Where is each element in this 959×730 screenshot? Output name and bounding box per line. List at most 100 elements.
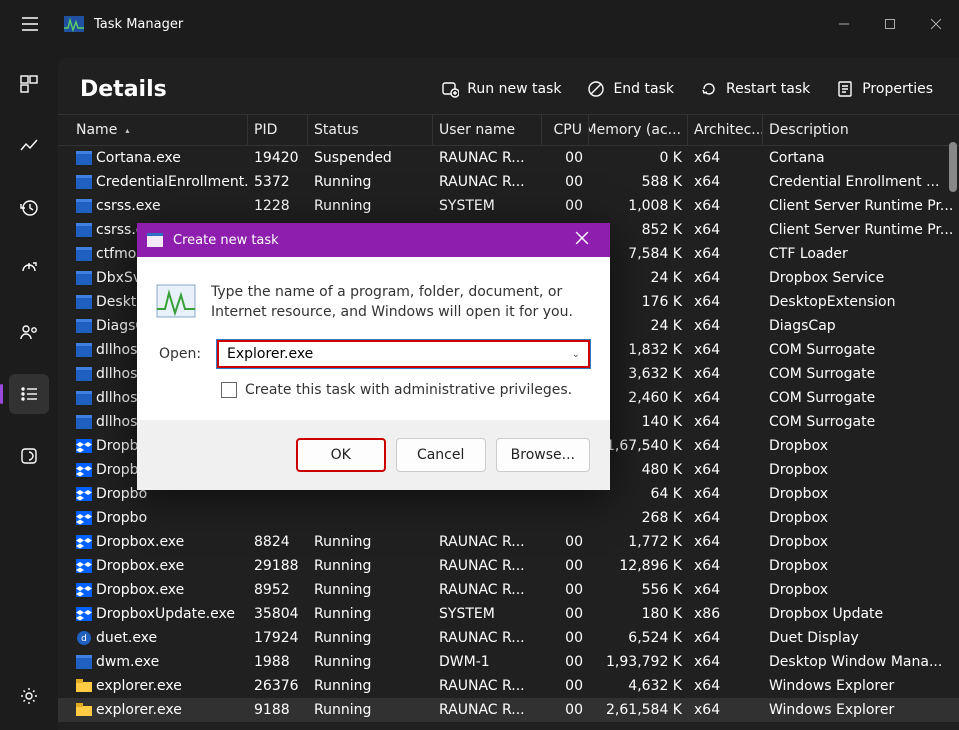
nav-performance[interactable] [9, 126, 49, 166]
process-arch: x64 [688, 386, 763, 410]
col-arch[interactable]: Architec... [688, 115, 763, 145]
nav-history[interactable] [9, 188, 49, 228]
col-desc[interactable]: Description [763, 115, 959, 145]
col-cpu[interactable]: CPU [542, 115, 589, 145]
process-arch: x64 [688, 650, 763, 674]
table-row[interactable]: explorer.exe9188RunningRAUNAC R...002,61… [58, 698, 959, 722]
nav-services[interactable] [9, 436, 49, 476]
process-icon [76, 559, 92, 573]
table-row[interactable]: dduet.exe17924RunningRAUNAC R...006,524 … [58, 626, 959, 650]
app-title: Task Manager [94, 17, 183, 32]
col-pid[interactable]: PID [248, 115, 308, 145]
process-desc: CTF Loader [763, 242, 959, 266]
admin-checkbox[interactable] [221, 382, 237, 398]
process-cpu: 00 [542, 698, 589, 722]
settings-button[interactable] [9, 676, 49, 716]
nav-users[interactable] [9, 312, 49, 352]
process-icon: d [76, 631, 92, 645]
process-cpu: 00 [542, 530, 589, 554]
table-row[interactable]: explorer.exe26376RunningRAUNAC R...004,6… [58, 674, 959, 698]
run-new-task-button[interactable]: Run new task [437, 74, 565, 104]
dialog-close-button[interactable] [574, 231, 600, 249]
col-status[interactable]: Status [308, 115, 433, 145]
table-row[interactable]: DropboxUpdate.exe35804RunningSYSTEM00180… [58, 602, 959, 626]
process-status: Running [308, 698, 433, 722]
open-combobox[interactable]: Explorer.exe ⌄ [217, 340, 590, 368]
process-pid: 1228 [248, 194, 308, 218]
process-arch: x64 [688, 674, 763, 698]
titlebar: Task Manager [0, 0, 959, 48]
process-mem: 12,896 K [589, 554, 688, 578]
process-desc: Dropbox Service [763, 266, 959, 290]
table-header: Name▴ PID Status User name CPU Memory (a… [58, 114, 959, 146]
minimize-button[interactable] [821, 4, 867, 44]
table-row[interactable]: csrss.exe1228RunningSYSTEM001,008 Kx64Cl… [58, 194, 959, 218]
chevron-down-icon: ⌄ [572, 349, 580, 360]
cancel-button[interactable]: Cancel [396, 438, 486, 472]
hamburger-menu[interactable] [8, 2, 52, 46]
process-icon [76, 679, 92, 693]
col-name[interactable]: Name▴ [70, 115, 248, 145]
process-desc: Desktop Window Mana... [763, 650, 959, 674]
task-manager-large-icon [155, 283, 197, 319]
process-mem: 1,93,792 K [589, 650, 688, 674]
nav-processes[interactable] [9, 64, 49, 104]
process-pid: 9188 [248, 698, 308, 722]
table-row[interactable]: Dropbox.exe8824RunningRAUNAC R...001,772… [58, 530, 959, 554]
process-arch: x64 [688, 458, 763, 482]
process-mem: 4,632 K [589, 674, 688, 698]
table-row[interactable]: Cortana.exe19420SuspendedRAUNAC R...000 … [58, 146, 959, 170]
open-label: Open: [159, 346, 203, 362]
process-cpu: 00 [542, 170, 589, 194]
process-desc: Cortana [763, 146, 959, 170]
process-desc: Credential Enrollment ... [763, 170, 959, 194]
scrollbar-thumb[interactable] [949, 142, 957, 192]
process-icon [76, 487, 92, 501]
close-button[interactable] [913, 4, 959, 44]
process-pid: 19420 [248, 146, 308, 170]
maximize-button[interactable] [867, 4, 913, 44]
process-status: Running [308, 626, 433, 650]
process-icon [76, 391, 92, 405]
dialog-titlebar[interactable]: Create new task [137, 223, 610, 257]
table-row[interactable]: Dropbox.exe8952RunningRAUNAC R...00556 K… [58, 578, 959, 602]
table-row[interactable]: Dropbox.exe29188RunningRAUNAC R...0012,8… [58, 554, 959, 578]
nav-startup[interactable] [9, 250, 49, 290]
process-desc: Dropbox [763, 578, 959, 602]
process-icon [76, 463, 92, 477]
process-name: dwm.exe [96, 654, 159, 670]
restart-task-button[interactable]: Restart task [696, 74, 814, 104]
process-name: explorer.exe [96, 702, 182, 718]
process-name: Dropbox.exe [96, 582, 184, 598]
run-dialog-icon [147, 233, 163, 247]
table-row[interactable]: CredentialEnrollment...5372RunningRAUNAC… [58, 170, 959, 194]
process-user [433, 506, 542, 530]
process-desc: Dropbox [763, 530, 959, 554]
process-desc: DesktopExtension [763, 290, 959, 314]
process-user: SYSTEM [433, 194, 542, 218]
col-user[interactable]: User name [433, 115, 542, 145]
process-desc: COM Surrogate [763, 362, 959, 386]
process-icon [76, 511, 92, 525]
properties-button[interactable]: Properties [832, 74, 937, 104]
nav-details[interactable] [9, 374, 49, 414]
table-row[interactable]: dwm.exe1988RunningDWM-1001,93,792 Kx64De… [58, 650, 959, 674]
end-task-button[interactable]: End task [583, 74, 678, 104]
browse-button[interactable]: Browse... [496, 438, 590, 472]
ok-button[interactable]: OK [296, 438, 386, 472]
process-cpu [542, 506, 589, 530]
process-pid: 35804 [248, 602, 308, 626]
process-status: Running [308, 170, 433, 194]
svg-text:d: d [81, 634, 87, 644]
table-row[interactable]: Dropbo268 Kx64Dropbox [58, 506, 959, 530]
process-pid: 17924 [248, 626, 308, 650]
process-arch: x64 [688, 194, 763, 218]
task-manager-icon [64, 16, 84, 32]
process-arch: x64 [688, 482, 763, 506]
process-cpu: 00 [542, 146, 589, 170]
process-arch: x64 [688, 338, 763, 362]
process-icon [76, 175, 92, 189]
process-mem: 6,524 K [589, 626, 688, 650]
process-cpu: 00 [542, 194, 589, 218]
col-mem[interactable]: Memory (ac... [589, 115, 688, 145]
